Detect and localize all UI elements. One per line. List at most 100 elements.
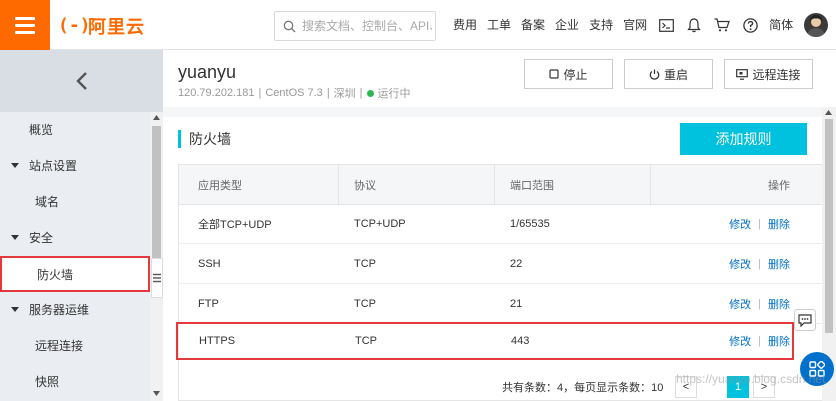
menu-line — [15, 30, 35, 34]
edit-link[interactable]: 修改 — [729, 216, 751, 232]
cell-protocol: TCP+UDP — [354, 218, 406, 230]
row-actions: 修改 | 删除 — [729, 216, 790, 232]
table-header: 应用类型 协议 端口范围 操作 — [179, 165, 822, 205]
delete-link[interactable]: 删除 — [768, 333, 790, 349]
sidebar-item-remote-connect[interactable]: 远程连接 — [0, 328, 150, 364]
column-divider — [650, 165, 651, 205]
ops-separator: | — [758, 335, 761, 347]
cell-port: 1/65535 — [510, 218, 550, 230]
search-input[interactable] — [302, 19, 432, 33]
column-header-protocol: 协议 — [354, 179, 376, 192]
search-box[interactable] — [274, 11, 436, 41]
menu-line — [15, 23, 35, 27]
table-row: SSH TCP 22 修改 | 删除 — [179, 245, 822, 284]
meta-separator: | — [258, 87, 262, 99]
bell-icon[interactable] — [680, 0, 708, 50]
nav-website[interactable]: 官网 — [618, 0, 652, 50]
terminal-icon[interactable] — [652, 0, 680, 50]
table-row: 全部TCP+UDP TCP+UDP 1/65535 修改 | 删除 — [179, 205, 822, 244]
nav-support[interactable]: 支持 — [584, 0, 618, 50]
cell-port: 21 — [510, 298, 523, 310]
stop-button[interactable]: 停止 — [524, 59, 613, 89]
sidebar-group-server-ops[interactable]: 服务器运维 — [0, 292, 150, 328]
firewall-rules-table: 应用类型 协议 端口范围 操作 全部TCP+UDP TCP+UDP 1/6553… — [176, 164, 823, 401]
edit-link[interactable]: 修改 — [729, 333, 751, 349]
menu-line — [15, 16, 35, 20]
back-button[interactable] — [0, 50, 163, 112]
delete-link[interactable]: 删除 — [768, 216, 790, 232]
sidebar-collapse-toggle[interactable] — [151, 258, 163, 298]
sidebar: 概览 站点设置 域名 安全 防火墙 服务器运维 远程连接 快照 — [0, 50, 163, 401]
power-icon — [649, 69, 660, 80]
scroll-up-arrow-icon[interactable] — [153, 115, 160, 120]
delete-link[interactable]: 删除 — [768, 256, 790, 272]
cart-icon[interactable] — [708, 0, 736, 50]
monitor-icon — [736, 68, 749, 80]
search-icon — [283, 20, 296, 32]
nav-enterprise[interactable]: 企业 — [550, 0, 584, 50]
cell-port: 22 — [510, 258, 523, 270]
column-divider — [338, 165, 339, 205]
nav-tickets[interactable]: 工单 — [482, 0, 516, 50]
edit-link[interactable]: 修改 — [729, 296, 751, 312]
ops-separator: | — [758, 218, 761, 230]
logo-icon: (-) — [58, 15, 91, 36]
cell-app-type: 全部TCP+UDP — [198, 219, 272, 231]
list-icon — [153, 273, 161, 283]
hamburger-menu-button[interactable] — [0, 0, 50, 50]
cell-app-type: FTP — [198, 298, 219, 310]
help-icon[interactable] — [736, 0, 764, 50]
delete-link[interactable]: 删除 — [768, 296, 790, 312]
top-nav: 费用 工单 备案 企业 支持 官网 简体 — [448, 0, 798, 50]
firewall-title: 防火墙 — [189, 131, 231, 147]
cell-port: 443 — [511, 335, 530, 347]
scroll-up-arrow-icon[interactable] — [825, 110, 832, 115]
heading-accent-bar — [178, 130, 181, 148]
instance-region: 深圳 — [333, 88, 356, 100]
aliyun-logo[interactable]: (-) 阿里云 — [58, 13, 145, 39]
instance-meta: 120.79.202.181 | CentOS 7.3 | 深圳 | 运行中 — [178, 85, 411, 101]
sidebar-scroll-thumb[interactable] — [152, 126, 161, 276]
section-divider — [163, 107, 836, 117]
row-actions: 修改 | 删除 — [729, 256, 790, 272]
sidebar-item-firewall[interactable]: 防火墙 — [0, 256, 150, 292]
remote-connect-button[interactable]: 远程连接 — [724, 59, 813, 89]
row-actions: 修改 | 删除 — [729, 333, 790, 349]
pagination-summary: 共有条数：4，每页显示条数：10 — [502, 382, 664, 394]
instance-status: 运行中 — [377, 88, 411, 100]
nav-icp[interactable]: 备案 — [516, 0, 550, 50]
language-switch[interactable]: 简体 — [764, 0, 798, 50]
column-header-app-type: 应用类型 — [198, 179, 242, 192]
sidebar-item-overview[interactable]: 概览 — [0, 112, 150, 148]
sidebar-scrollbar[interactable] — [150, 112, 163, 401]
column-header-port-range: 端口范围 — [510, 179, 554, 192]
sidebar-item-snapshot[interactable]: 快照 — [0, 364, 150, 400]
restart-button[interactable]: 重启 — [624, 59, 713, 89]
meta-separator: | — [359, 87, 363, 99]
add-rule-button[interactable]: 添加规则 — [680, 123, 807, 155]
instance-ip: 120.79.202.181 — [178, 87, 255, 99]
ops-separator: | — [758, 298, 761, 310]
nav-fees[interactable]: 费用 — [448, 0, 482, 50]
main-scroll-thumb[interactable] — [825, 119, 833, 333]
sidebar-group-site-settings[interactable]: 站点设置 — [0, 148, 150, 184]
instance-name: yuanyu — [178, 62, 237, 82]
remote-connect-label: 远程连接 — [752, 67, 801, 82]
watermark: https://yuanyu.blog.csdn.net — [676, 372, 826, 386]
status-dot-icon — [366, 89, 374, 97]
cell-protocol: TCP — [355, 335, 377, 347]
sidebar-item-domain[interactable]: 域名 — [0, 184, 150, 220]
scroll-down-arrow-icon[interactable] — [153, 391, 160, 396]
sidebar-group-security[interactable]: 安全 — [0, 220, 150, 256]
chat-icon[interactable] — [794, 309, 816, 331]
row-actions: 修改 | 删除 — [729, 296, 790, 312]
stop-icon — [549, 69, 560, 79]
main-content: yuanyu 120.79.202.181 | CentOS 7.3 | 深圳 … — [163, 50, 836, 401]
firewall-heading: 防火墙 — [178, 128, 231, 150]
edit-link[interactable]: 修改 — [729, 256, 751, 272]
avatar[interactable] — [804, 13, 828, 37]
table-row: FTP TCP 21 修改 | 删除 — [179, 285, 822, 324]
cell-protocol: TCP — [354, 298, 376, 310]
logo-text: 阿里云 — [88, 17, 145, 37]
restart-label: 重启 — [663, 67, 688, 82]
